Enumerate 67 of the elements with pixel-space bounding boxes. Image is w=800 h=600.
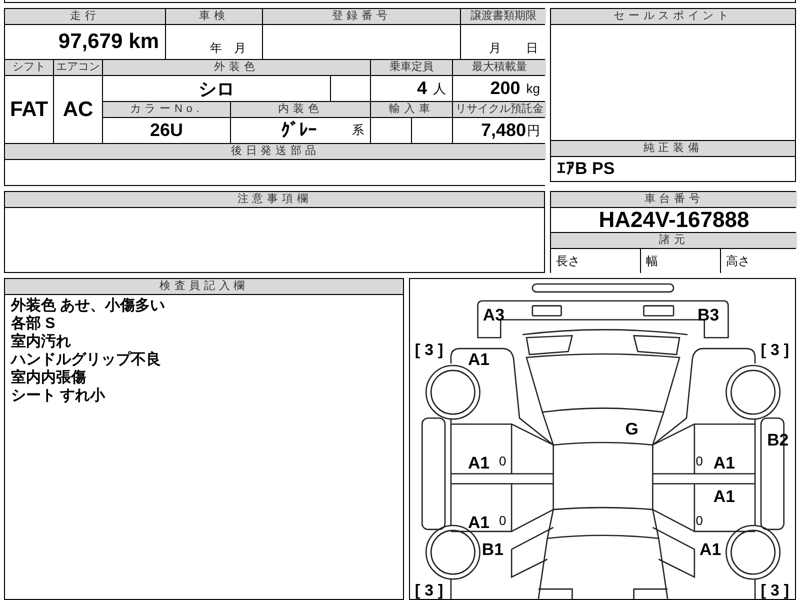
- damage-grade-mark: 0: [696, 453, 703, 468]
- inspector-notes-header: 検査員記入欄: [5, 279, 403, 294]
- damage-code: B1: [482, 540, 504, 559]
- damage-code: A3: [482, 305, 504, 324]
- imported-car-header: 輸入車: [371, 102, 452, 117]
- mileage-header: 走行: [5, 9, 165, 24]
- max-load-header: 最大積載量: [453, 60, 546, 75]
- standard-equipment-header: 純正装備: [551, 141, 795, 156]
- inspector-note: シート すれ小: [11, 387, 106, 405]
- recycling-fee-header: リサイクル預託金: [453, 102, 546, 117]
- max-load-value: 200: [490, 78, 520, 99]
- damage-grade-mark: 0: [499, 453, 506, 468]
- inspector-note: 外装色 あせ、小傷多い: [11, 297, 166, 315]
- recycling-fee-value: 7,480: [480, 120, 526, 141]
- damage-grade-mark: 0: [696, 513, 703, 528]
- exterior-color-value: シロ: [198, 78, 234, 100]
- sales-points-header: セールスポイント: [551, 9, 795, 24]
- tire-tread-mark: [ 3 ]: [760, 342, 790, 360]
- tire-tread-mark: [ 3 ]: [760, 582, 790, 599]
- chassis-number-header: 車台番号: [551, 192, 797, 207]
- color-number-header: カラーNo.: [103, 102, 230, 117]
- interior-color-header: 内装色: [231, 102, 370, 117]
- month-unit: 月: [234, 40, 246, 57]
- inspector-note: 室内汚れ: [11, 333, 72, 351]
- standard-equipment-value: ｴｱB PS: [556, 159, 615, 179]
- shift-header: シフト: [5, 60, 53, 75]
- specification-label: 幅: [641, 249, 720, 273]
- damage-grade-mark: 0: [499, 513, 506, 528]
- mileage-value: 97,679: [58, 30, 123, 54]
- tire-tread-mark: [ 3 ]: [414, 582, 444, 599]
- inspection-header: 車検: [166, 9, 262, 24]
- max-load-unit: kg: [526, 81, 540, 96]
- damage-code: A1: [468, 350, 490, 369]
- interior-color-suffix: 系: [352, 122, 364, 139]
- recycling-fee-unit: 円: [527, 122, 540, 140]
- damage-code: A1: [468, 512, 490, 532]
- transfer-deadline-header: 譲渡書類期限: [461, 9, 546, 24]
- registration-number-header: 登録番号: [263, 9, 460, 24]
- interior-color-value: ｸﾞﾚｰ: [281, 120, 317, 141]
- specifications-header: 諸元: [551, 233, 797, 248]
- damage-code: A1: [713, 453, 736, 472]
- later-parts-header: 後日発送部品: [5, 144, 546, 159]
- capacity-unit: 人: [433, 80, 446, 98]
- inspector-note: ハンドルグリップ不良: [11, 351, 162, 368]
- damage-code: A1: [713, 487, 736, 506]
- color-number-value: 26U: [150, 120, 184, 141]
- damage-code: B3: [698, 305, 720, 324]
- damage-code: A1: [700, 540, 722, 559]
- chassis-number-value: HA24V-167888: [551, 208, 797, 232]
- month-unit: 月: [489, 40, 501, 57]
- day-unit: 日: [526, 40, 538, 57]
- tire-tread-mark: [ 3 ]: [414, 342, 444, 360]
- damage-code: G: [625, 420, 638, 439]
- notes-header: 注意事項欄: [5, 192, 544, 207]
- exterior-color-header: 外装色: [103, 60, 370, 75]
- year-unit: 年: [210, 40, 222, 57]
- capacity-value: 4: [416, 78, 427, 99]
- damage-code: A1: [468, 453, 490, 472]
- inspector-note: 各部 S: [11, 315, 56, 332]
- shift-value: FAT: [10, 98, 48, 122]
- mileage-unit: km: [128, 30, 159, 54]
- capacity-header: 乗車定員: [371, 60, 452, 75]
- specification-label: 長さ: [551, 249, 640, 273]
- air-conditioner-value: AC: [62, 98, 94, 122]
- inspector-note: 室内内張傷: [11, 369, 87, 387]
- air-conditioner-header: エアコン: [54, 60, 102, 75]
- specification-label: 高さ: [721, 249, 797, 273]
